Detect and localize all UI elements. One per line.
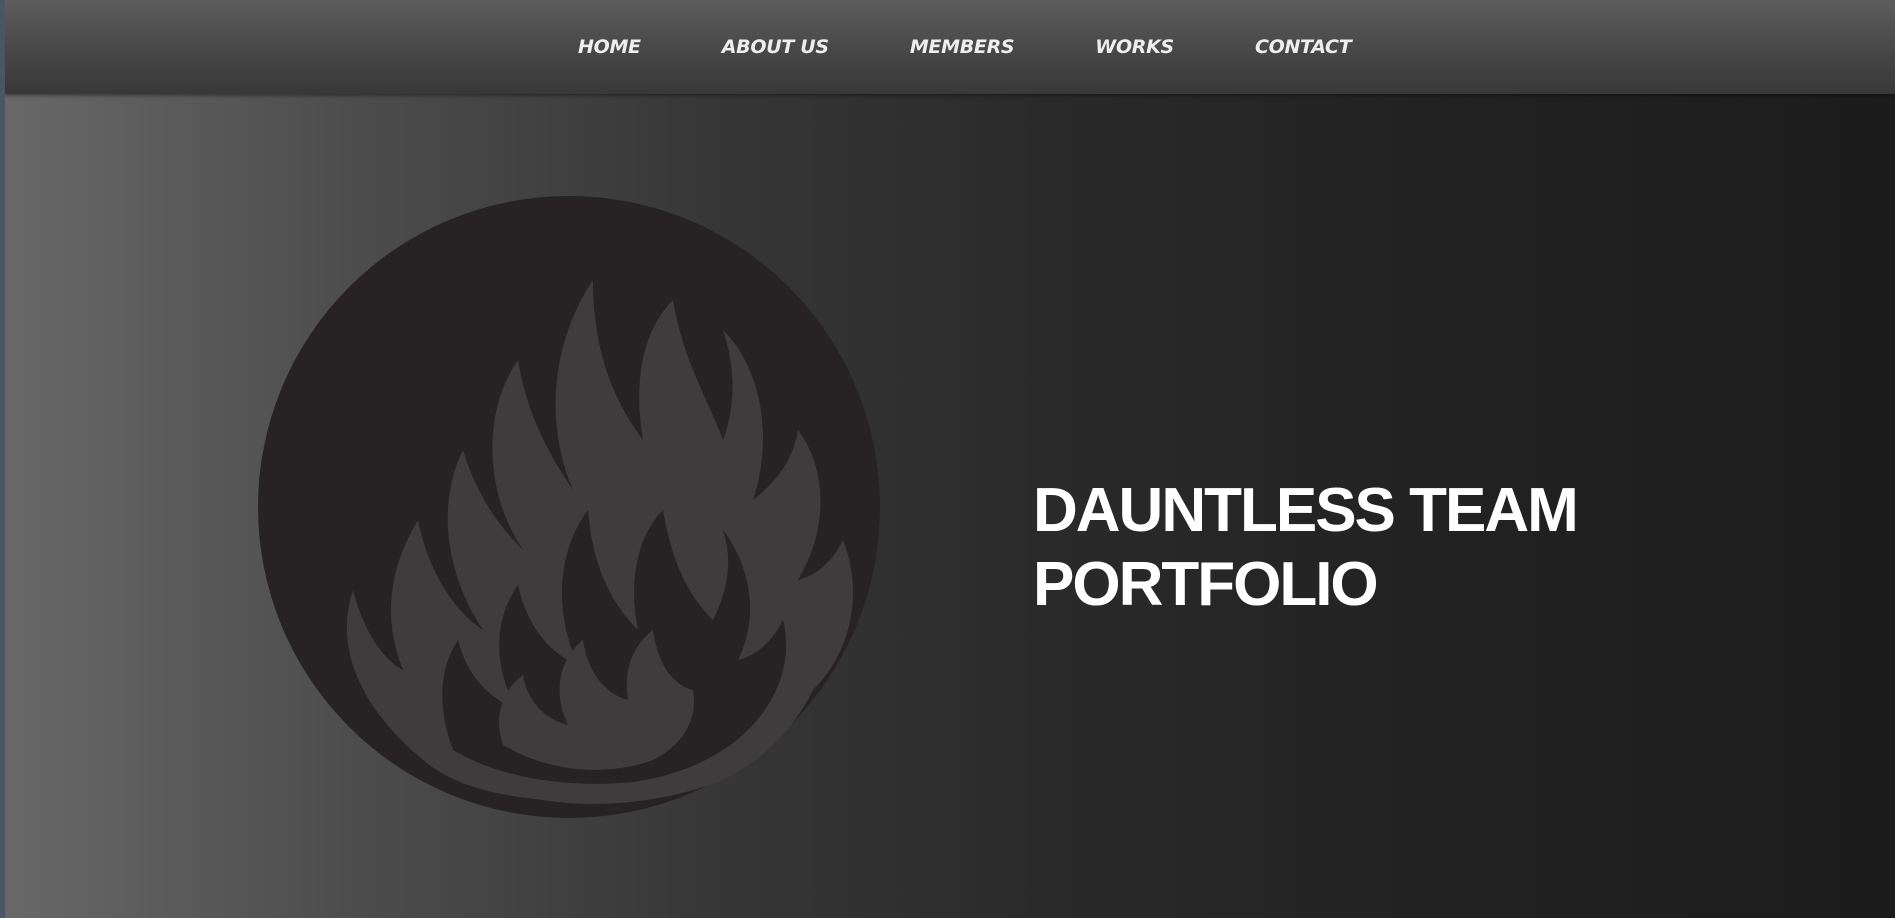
nav-link-home[interactable]: HOME [578, 36, 641, 58]
hero-title-line-1: DAUNTLESS TEAM [1033, 476, 1579, 545]
top-navbar: HOME ABOUT US MEMBERS WORKS CONTACT [5, 0, 1895, 94]
flame-in-circle-icon [258, 196, 880, 818]
hero-title: DAUNTLESS TEAM PORTFOLIO [1033, 474, 1579, 622]
nav-link-works[interactable]: WORKS [1095, 36, 1174, 58]
nav-link-about-us[interactable]: ABOUT US [722, 36, 829, 58]
nav-link-members[interactable]: MEMBERS [910, 36, 1015, 58]
nav-list: HOME ABOUT US MEMBERS WORKS CONTACT [578, 36, 1352, 58]
page-frame: HOME ABOUT US MEMBERS WORKS CONTACT DAUN… [5, 0, 1895, 918]
nav-link-contact[interactable]: CONTACT [1255, 36, 1352, 58]
hero-title-line-2: PORTFOLIO [1033, 550, 1379, 619]
